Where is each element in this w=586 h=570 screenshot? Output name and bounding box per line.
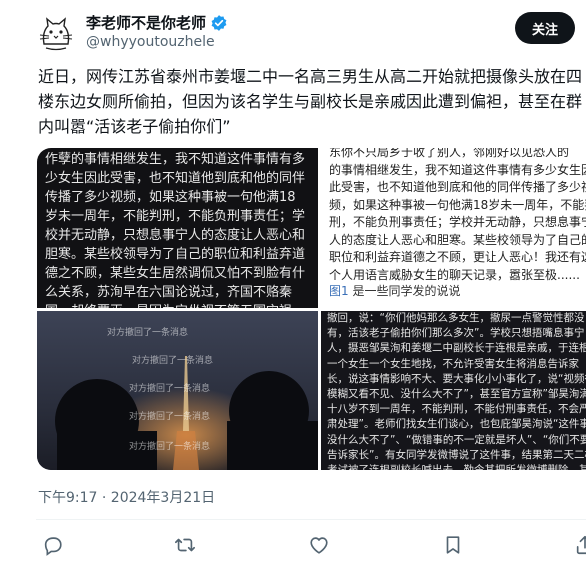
image-2-caption-text: 是一些同学发的说说	[348, 284, 461, 298]
withdrawn-message: 对方撤回了一条消息	[132, 356, 214, 366]
author-name-row[interactable]: 李老师不是你老师	[86, 12, 228, 33]
reply-button[interactable]	[42, 534, 66, 558]
tweet-text: 近日，网传江苏省泰州市姜堰二中一名高三男生从高二开始就把摄像头放在四楼东边女厕所…	[38, 67, 583, 136]
image-2-caption: 图1 是一些同学发的说说	[329, 282, 460, 299]
like-button[interactable]	[308, 534, 332, 558]
repost-button[interactable]	[174, 534, 198, 558]
share-button[interactable]	[574, 534, 586, 558]
media-image-1[interactable]: 作孽的事情相继发生，我不知道这件事情有多少女生因此受害，也不知道他到底和他的同伴…	[37, 148, 318, 308]
action-bar	[36, 525, 586, 569]
like-icon	[310, 537, 328, 554]
media-grid: 作孽的事情相继发生，我不知道这件事情有多少女生因此受害，也不知道他到底和他的同伴…	[37, 148, 586, 470]
user-handle[interactable]: @whyyoutouzhele	[86, 34, 215, 50]
image-1-text: 作孽的事情相继发生，我不知道这件事情有多少女生因此受害，也不知道他到底和他的同伴…	[45, 152, 306, 308]
divider	[36, 519, 586, 520]
repost-icon	[175, 538, 195, 552]
withdrawn-message: 对方撤回了一条消息	[129, 384, 211, 394]
cat-sketch-avatar-icon	[36, 14, 76, 54]
tweet-header: 李老师不是你老师 @whyyoutouzhele 关注	[36, 10, 586, 54]
withdrawn-message: 对方撤回了一条消息	[129, 442, 211, 452]
verified-badge-icon	[211, 14, 227, 31]
media-image-2[interactable]: 东你不只局乡于收了别人，邻刚好以见恐人的 的事情相继发生，我不知道这件事情有多少…	[321, 148, 586, 308]
avatar[interactable]	[36, 14, 76, 54]
reply-icon	[44, 537, 62, 556]
image-4-text: 撤回，说：“你们他妈那么多女生，撤尿一点警觉性都没有，活该老子偷拍你们那么多次”…	[327, 312, 586, 470]
bookmark-icon	[446, 536, 460, 554]
withdrawn-message: 对方撤回了一条消息	[129, 412, 211, 422]
image-2-text: 东你不只局乡于收了别人，邻刚好以见恐人的 的事情相继发生，我不知道这件事情有多少…	[329, 148, 586, 282]
tweet-timestamp[interactable]: 下午9:17 · 2024年3月21日	[38, 487, 215, 507]
media-image-4[interactable]: 撤回，说：“你们他妈那么多女生，撤尿一点警觉性都没有，活该老子偷拍你们那么多次”…	[321, 311, 586, 470]
withdrawn-message: 对方撤回了一条消息	[107, 328, 189, 338]
display-name[interactable]: 李老师不是你老师	[86, 12, 206, 33]
share-icon	[576, 535, 586, 555]
image-2-caption-fig: 图1	[329, 284, 349, 298]
follow-button[interactable]: 关注	[515, 12, 575, 44]
bookmark-button[interactable]	[442, 534, 466, 558]
media-image-3[interactable]: 对方撤回了一条消息 对方撤回了一条消息 对方撤回了一条消息 对方撤回了一条消息 …	[37, 311, 318, 470]
